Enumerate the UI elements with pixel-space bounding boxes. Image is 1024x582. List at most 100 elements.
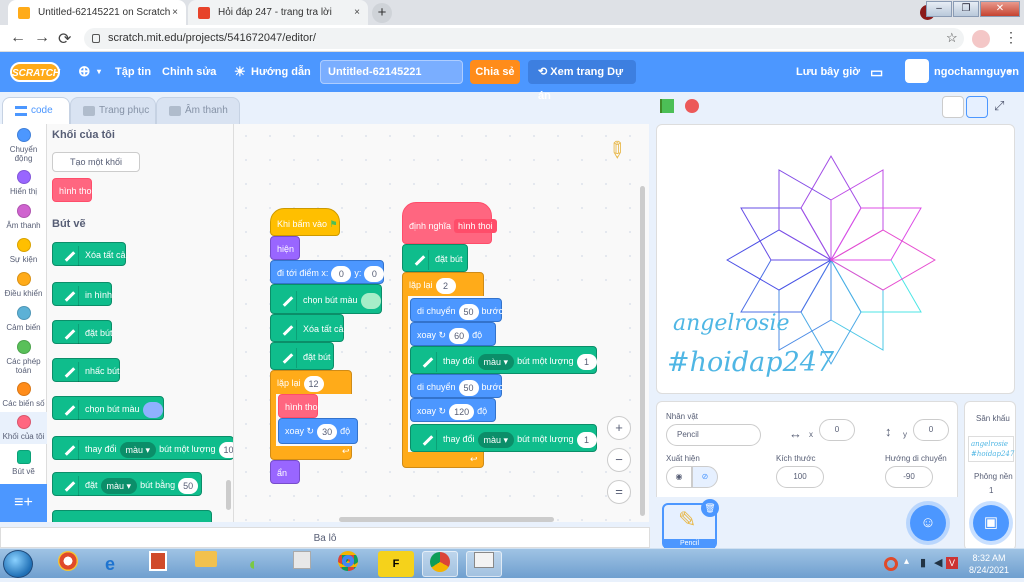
share-button[interactable]: Chia sẻ <box>470 60 520 84</box>
turn-degrees-input[interactable]: 60 <box>449 327 470 344</box>
workspace-hscroll[interactable] <box>339 517 554 522</box>
category-motion[interactable]: Chuyển động <box>0 128 47 163</box>
ie-icon[interactable]: e <box>92 551 128 577</box>
when-flag-clicked-hat[interactable]: Khi bấm vào ⚑ <box>270 208 340 236</box>
set-pen-color-block[interactable]: chọn bút màu <box>52 396 164 420</box>
url-input[interactable]: scratch.mit.edu/projects/541672047/edito… <box>84 28 964 49</box>
paint-icon[interactable] <box>466 551 502 577</box>
color-param-dropdown[interactable]: màu ▾ <box>477 353 515 370</box>
change-amount-input[interactable]: 1 <box>576 353 597 370</box>
taskbar-app-6-icon[interactable] <box>284 551 320 577</box>
size-input[interactable]: 100 <box>776 466 824 488</box>
bookmark-star-icon[interactable]: ☆ <box>946 30 958 46</box>
stage-canvas[interactable]: angelrosie #hoidap247 <box>656 124 1015 394</box>
tray-app-icon[interactable] <box>884 557 898 571</box>
category-variables[interactable]: Các biến số <box>0 382 47 408</box>
chrome-icon[interactable] <box>330 551 366 577</box>
add-sprite-button[interactable]: ☺ <box>910 505 946 541</box>
forward-icon[interactable]: → <box>34 29 50 47</box>
repeat-count-input[interactable]: 12 <box>303 375 324 392</box>
category-control[interactable]: Điều khiển <box>0 272 47 298</box>
browser-tab-hoidap[interactable]: Hỏi đáp 247 - trang tra lời × <box>188 0 368 25</box>
category-events[interactable]: Sự kiện <box>0 238 47 264</box>
color-swatch[interactable] <box>142 401 163 418</box>
maximize-button[interactable]: ❐ <box>953 1 979 17</box>
show-visible-button[interactable]: ◉ <box>666 466 692 488</box>
network-icon[interactable]: ▮ <box>920 556 926 569</box>
tab-sounds[interactable]: Âm thanh <box>156 97 240 125</box>
project-title-input[interactable]: Untitled-62145221 <box>320 60 463 84</box>
volume-icon[interactable]: ◀ <box>934 556 942 569</box>
change-amount-input[interactable]: 10 <box>218 441 233 458</box>
my-stuff-folder-icon[interactable]: ▭ <box>870 52 883 92</box>
call-hinh-thoi-block[interactable]: hình thoi <box>278 394 320 418</box>
tab-costumes[interactable]: Trang phục <box>70 97 156 125</box>
minimize-button[interactable]: – <box>926 1 952 17</box>
explorer-folder-icon[interactable] <box>188 551 224 577</box>
backpack-bar[interactable]: Ba lô <box>0 527 650 548</box>
tutorials-menu[interactable]: Hướng dẫn <box>251 52 311 92</box>
pen-color-swatch[interactable] <box>360 292 381 309</box>
show-block[interactable]: hiện <box>270 236 300 260</box>
workspace-vscroll[interactable] <box>640 186 645 516</box>
language-globe-icon[interactable]: ⊕ <box>78 52 91 92</box>
erase-all-block[interactable]: Xóa tất cả <box>52 242 126 266</box>
zoom-reset-button[interactable]: = <box>607 480 631 504</box>
change-amount-input[interactable]: 1 <box>576 431 597 448</box>
turn-degrees-input[interactable]: 30 <box>317 423 338 440</box>
set-param-dropdown[interactable]: màu ▾ <box>100 477 138 494</box>
green-flag-button[interactable] <box>660 99 676 113</box>
add-backdrop-button[interactable]: ▣ <box>973 505 1009 541</box>
change-pen-color-block[interactable]: thay đổi màu ▾ bút một lượng 1 <box>410 424 597 452</box>
move-steps-input[interactable]: 50 <box>458 303 479 320</box>
stamp-block[interactable]: in hình <box>52 282 112 306</box>
show-hidden-button[interactable]: ⊘ <box>692 466 718 488</box>
edit-menu[interactable]: Chỉnh sửa <box>162 52 216 92</box>
pen-down-block[interactable]: đặt bút <box>402 244 468 272</box>
goto-y-input[interactable]: 0 <box>364 265 385 282</box>
turn-right-block[interactable]: xoay ↻ 30 độ <box>278 418 358 444</box>
change-pen-color-block[interactable]: thay đổi màu ▾ bút một lượng 1 <box>410 346 597 374</box>
pen-down-block[interactable]: đặt bút <box>52 320 113 344</box>
system-clock[interactable]: 8:32 AM 8/24/2021 <box>962 552 1016 576</box>
goto-xy-block[interactable]: đi tới điểm x: 0 y: 0 <box>270 260 385 284</box>
clear-block[interactable]: Xóa tất cả <box>270 314 344 342</box>
taskbar-app-3-icon[interactable] <box>140 551 176 577</box>
stop-button[interactable] <box>685 99 699 113</box>
new-tab-button[interactable]: + <box>372 3 392 23</box>
chrome-active-icon[interactable] <box>422 551 458 577</box>
define-block[interactable]: định nghĩa hình thoi <box>402 202 497 244</box>
small-stage-button[interactable] <box>942 96 964 118</box>
turn-right-block[interactable]: xoay ↻ 120 độ <box>410 398 496 422</box>
repeat-count-input[interactable]: 2 <box>435 277 456 294</box>
turn-degrees-input[interactable]: 120 <box>449 403 475 420</box>
back-icon[interactable]: ← <box>10 29 26 47</box>
color-param-dropdown[interactable]: màu ▾ <box>119 441 157 458</box>
taskbar-f-app-icon[interactable]: F <box>378 551 414 577</box>
move-steps-input[interactable]: 50 <box>458 379 479 396</box>
palette-scrollbar[interactable] <box>226 480 231 510</box>
move-steps-block[interactable]: di chuyển 50 bước <box>410 298 503 322</box>
custom-block-hinh-thoi[interactable]: hình thoi <box>52 178 94 202</box>
pen-down-block[interactable]: đặt bút <box>270 342 334 370</box>
sprite-name-input[interactable]: Pencil <box>666 424 761 446</box>
browser-menu-icon[interactable]: ⋮ <box>1004 29 1018 46</box>
see-project-page-button[interactable]: ⟲ Xem trang Dự án <box>528 60 636 102</box>
backdrop-thumbnail[interactable]: angelrosie #hoidap247 <box>968 436 1014 462</box>
add-extension-button[interactable]: ≡+ <box>0 484 47 522</box>
unikey-icon[interactable]: V <box>946 557 958 569</box>
fullscreen-icon[interactable]: ⤢ <box>994 98 1004 114</box>
close-window-button[interactable]: ✕ <box>980 1 1020 17</box>
file-menu[interactable]: Tập tin <box>115 52 151 92</box>
close-tab-icon[interactable]: × <box>172 0 178 25</box>
pen-up-block[interactable]: nhấc bút <box>52 358 120 382</box>
turn-right-block[interactable]: xoay ↻ 60 độ <box>410 322 496 346</box>
normal-stage-button[interactable] <box>966 96 988 118</box>
script-workspace[interactable]: ✎ Khi bấm vào ⚑ hiện đi tới điểm x: 0 y: 0 … <box>234 124 649 522</box>
x-input[interactable]: 0 <box>819 419 855 441</box>
zoom-in-button[interactable]: + <box>607 416 631 440</box>
category-sensing[interactable]: Cảm biến <box>0 306 47 332</box>
color-param-dropdown[interactable]: màu ▾ <box>477 431 515 448</box>
start-button[interactable] <box>3 550 33 578</box>
hide-block[interactable]: ẩn <box>270 460 300 484</box>
